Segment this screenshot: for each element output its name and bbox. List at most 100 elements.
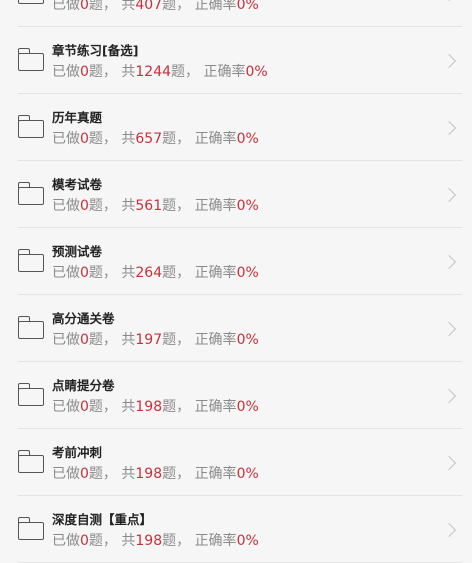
chevron-right-icon <box>441 455 457 470</box>
done-count: 0 <box>80 131 89 147</box>
item-stats: 已做0题， 共561题， 正确率0% <box>52 195 259 215</box>
list-item[interactable]: 点睛提分卷 已做0题， 共198题， 正确率0% <box>0 362 472 429</box>
total-unit: 题， <box>162 466 191 482</box>
done-prefix: 已做 <box>52 466 80 482</box>
total-count: 264 <box>135 265 163 281</box>
done-unit: 题， <box>88 466 117 482</box>
done-count: 0 <box>80 0 89 13</box>
folder-icon <box>17 517 44 540</box>
chevron-right-icon <box>441 187 457 202</box>
accuracy-value: 0% <box>236 466 259 482</box>
folder-icon <box>17 115 44 138</box>
question-bank-list: 已做0题， 共407题， 正确率0% 章节练习[备选] 已做0题， 共1244题， … <box>0 0 472 563</box>
list-item[interactable]: 考前冲刺 已做0题， 共198题， 正确率0% <box>0 429 472 496</box>
done-unit: 题， <box>88 332 117 348</box>
folder-icon <box>17 450 44 473</box>
list-item[interactable]: 高分通关卷 已做0题， 共197题， 正确率0% <box>0 295 472 362</box>
accuracy-label: 正确率 <box>194 466 237 482</box>
folder-icon <box>17 316 44 339</box>
item-title: 章节练习[备选] <box>52 43 139 58</box>
item-title: 预测试卷 <box>52 244 103 259</box>
list-item[interactable]: 深度自测【重点】 已做0题， 共198题， 正确率0% <box>0 496 472 563</box>
total-count: 198 <box>135 399 163 415</box>
total-prefix: 共 <box>121 0 136 13</box>
total-unit: 题， <box>162 533 191 549</box>
accuracy-value: 0% <box>236 332 259 348</box>
total-prefix: 共 <box>121 533 136 549</box>
total-unit: 题， <box>162 0 191 13</box>
item-stats: 已做0题， 共657题， 正确率0% <box>52 128 259 148</box>
total-unit: 题， <box>162 265 191 281</box>
item-stats: 已做0题， 共264题， 正确率0% <box>52 262 259 282</box>
total-count: 198 <box>135 466 163 482</box>
item-stats: 已做0题， 共1244题， 正确率0% <box>52 61 268 81</box>
done-prefix: 已做 <box>52 265 80 281</box>
chevron-right-icon <box>441 321 457 336</box>
total-prefix: 共 <box>121 332 136 348</box>
item-title: 模考试卷 <box>52 177 103 192</box>
accuracy-value: 0% <box>236 533 259 549</box>
item-title: 深度自测【重点】 <box>52 512 153 527</box>
list-item[interactable]: 模考试卷 已做0题， 共561题， 正确率0% <box>0 161 472 228</box>
total-prefix: 共 <box>121 466 136 482</box>
done-prefix: 已做 <box>52 399 80 415</box>
total-count: 198 <box>135 533 163 549</box>
total-prefix: 共 <box>121 198 136 214</box>
done-unit: 题， <box>88 198 117 214</box>
chevron-right-icon <box>441 522 457 537</box>
accuracy-label: 正确率 <box>194 533 237 549</box>
done-count: 0 <box>80 466 89 482</box>
folder-icon <box>18 0 44 4</box>
done-unit: 题， <box>88 265 117 281</box>
total-unit: 题， <box>171 64 200 80</box>
total-unit: 题， <box>162 198 191 214</box>
done-unit: 题， <box>88 533 117 549</box>
accuracy-label: 正确率 <box>194 131 237 147</box>
total-count: 197 <box>135 332 163 348</box>
accuracy-label: 正确率 <box>203 64 246 80</box>
done-prefix: 已做 <box>52 64 80 80</box>
done-unit: 题， <box>88 0 117 13</box>
list-item[interactable]: 章节练习[备选] 已做0题， 共1244题， 正确率0% <box>0 27 472 94</box>
item-stats: 已做0题， 共198题， 正确率0% <box>52 396 259 416</box>
item-stats: 已做0题， 共197题， 正确率0% <box>52 329 259 349</box>
accuracy-value: 0% <box>236 198 259 214</box>
done-unit: 题， <box>88 64 117 80</box>
folder-icon <box>17 383 44 406</box>
done-unit: 题， <box>88 131 117 147</box>
accuracy-label: 正确率 <box>194 265 237 281</box>
accuracy-value: 0% <box>236 265 259 281</box>
total-count: 407 <box>135 0 163 13</box>
done-count: 0 <box>80 265 89 281</box>
done-count: 0 <box>80 399 89 415</box>
accuracy-label: 正确率 <box>194 399 237 415</box>
total-count: 1244 <box>135 64 172 80</box>
done-prefix: 已做 <box>52 332 80 348</box>
total-prefix: 共 <box>121 265 136 281</box>
total-prefix: 共 <box>121 64 136 80</box>
item-title: 考前冲刺 <box>52 445 103 460</box>
list-item[interactable]: 预测试卷 已做0题， 共264题， 正确率0% <box>0 228 472 295</box>
accuracy-value: 0% <box>236 131 259 147</box>
item-stats: 已做0题， 共198题， 正确率0% <box>52 463 259 483</box>
accuracy-label: 正确率 <box>194 198 237 214</box>
total-count: 657 <box>135 131 163 147</box>
accuracy-value: 0% <box>236 0 259 13</box>
total-unit: 题， <box>162 399 191 415</box>
chevron-right-icon <box>441 254 457 269</box>
chevron-right-icon <box>441 388 457 403</box>
done-count: 0 <box>80 533 89 549</box>
item-stats: 已做0题， 共407题， 正确率0% <box>52 0 259 14</box>
list-item[interactable]: 历年真题 已做0题， 共657题， 正确率0% <box>0 94 472 161</box>
folder-icon <box>17 182 44 205</box>
list-item[interactable]: 已做0题， 共407题， 正确率0% <box>0 0 472 27</box>
chevron-right-icon <box>441 0 457 1</box>
item-stats: 已做0题， 共198题， 正确率0% <box>52 530 259 550</box>
item-title: 历年真题 <box>52 110 103 125</box>
item-title: 点睛提分卷 <box>52 378 115 393</box>
accuracy-value: 0% <box>236 399 259 415</box>
done-count: 0 <box>80 198 89 214</box>
accuracy-label: 正确率 <box>194 332 237 348</box>
accuracy-label: 正确率 <box>194 0 237 13</box>
folder-icon <box>17 249 44 272</box>
